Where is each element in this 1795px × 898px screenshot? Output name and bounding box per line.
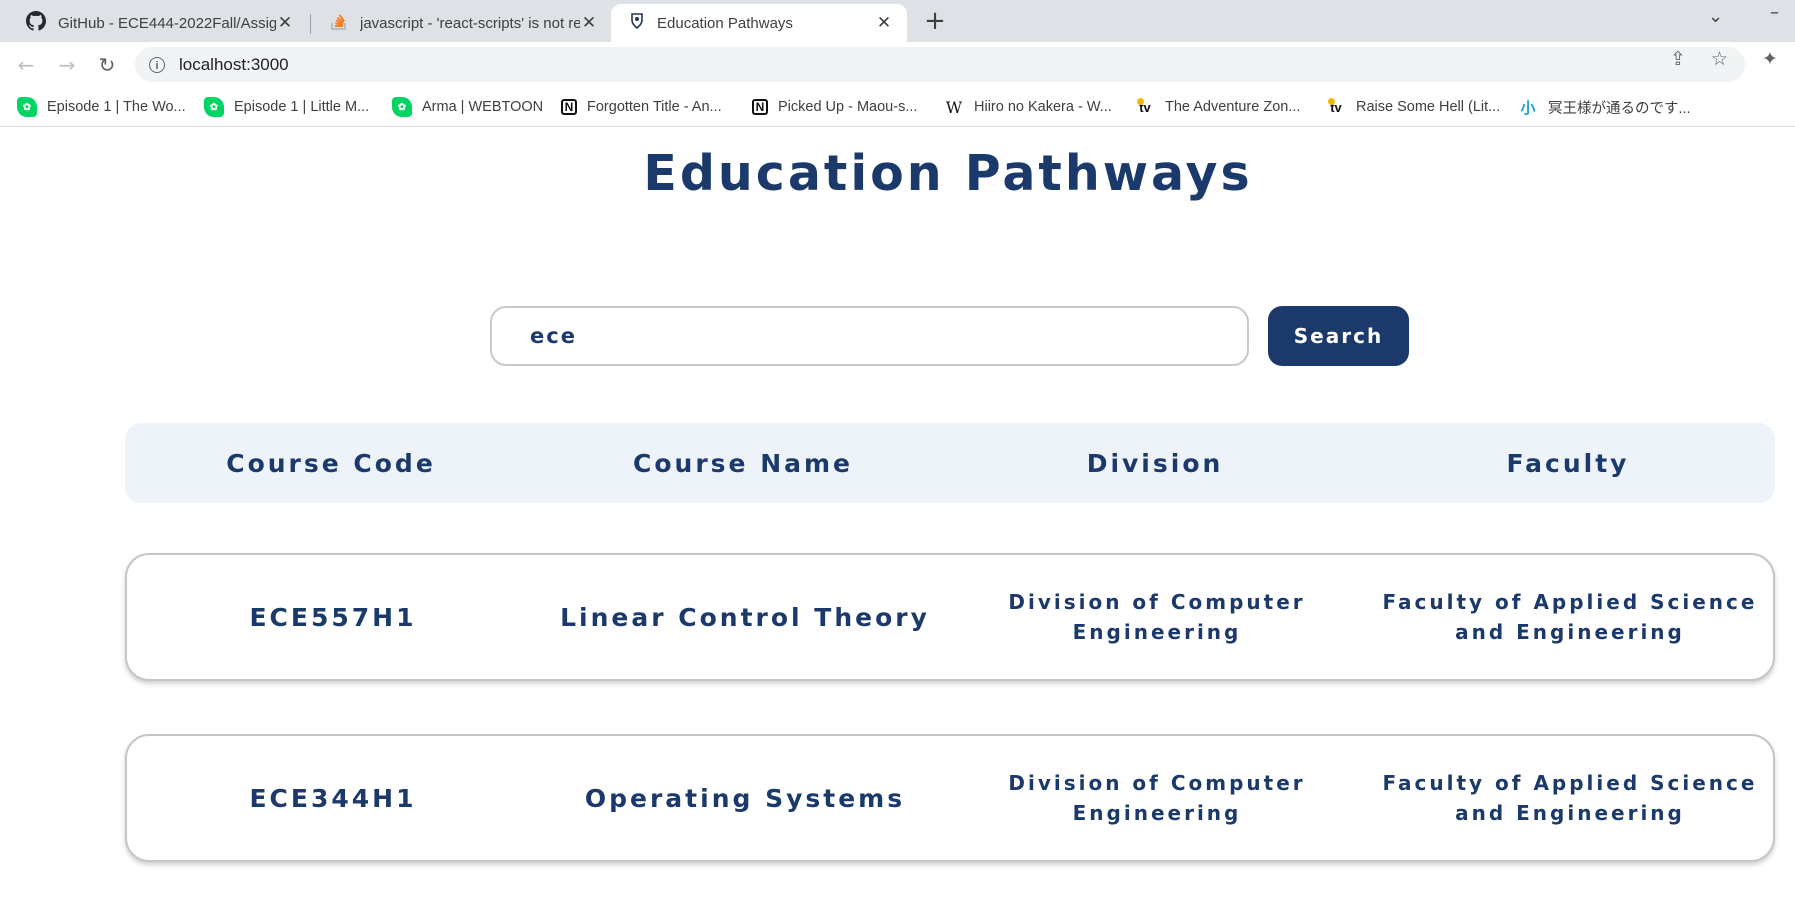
github-icon [26, 11, 46, 35]
search-button[interactable]: Search [1268, 306, 1409, 366]
header-course-name: Course Name [633, 448, 853, 478]
close-tab-icon[interactable]: ✕ [276, 13, 294, 33]
tab-search-chevron-icon[interactable]: ⌄ [1708, 6, 1723, 27]
notion-icon: N [752, 99, 768, 115]
table-header: Course Code Course Name Division Faculty [125, 423, 1775, 503]
search-input[interactable] [490, 306, 1249, 366]
address-text: localhost:3000 [179, 54, 289, 74]
syosetu-icon: 小 [1520, 99, 1536, 117]
bookmark-item[interactable]: N Picked Up - Maou-s... [752, 95, 917, 119]
bookmark-item[interactable]: 小冥王様が通るのです... [1518, 95, 1691, 119]
minimize-icon[interactable]: – [1770, 2, 1779, 23]
course-division: Division of Computer Engineering [1008, 590, 1306, 644]
bookmark-label: 冥王様が通るのです... [1548, 100, 1691, 117]
course-faculty: Faculty of Applied Science and Engineeri… [1382, 590, 1758, 644]
bookmark-item[interactable]: tv Raise Some Hell (Lit... [1326, 95, 1500, 119]
bookmark-label: The Adventure Zon... [1165, 99, 1301, 115]
tab-stackoverflow[interactable]: javascript - 'react-scripts' is not re ✕ [312, 4, 612, 42]
site-info-icon[interactable]: i [149, 56, 165, 73]
uoft-crest-icon [629, 11, 645, 35]
browser-toolbar: ← → ↻ i localhost:3000 ⇪ ☆ ✦ [0, 42, 1795, 87]
bookmarks-bar: ✿ Episode 1 | The Wo... ✿ Episode 1 | Litt… [0, 87, 1795, 127]
bookmark-item[interactable]: tv The Adventure Zon... [1135, 95, 1300, 119]
header-faculty: Faculty [1506, 448, 1630, 478]
extensions-puzzle-icon[interactable]: ✦ [1762, 48, 1778, 70]
tab-github[interactable]: GitHub - ECE444-2022Fall/Assignment ✕ [8, 4, 308, 42]
forward-arrow-icon[interactable]: → [53, 51, 81, 79]
webtoon-icon: ✿ [392, 97, 412, 117]
bookmark-label: Forgotten Title - An... [587, 99, 722, 115]
tab-title: GitHub - ECE444-2022Fall/Assignment [58, 14, 276, 32]
header-division: Division [1086, 448, 1224, 478]
wikipedia-icon: W [945, 97, 963, 117]
bookmark-item[interactable]: W Hiiro no Kakera - W... [944, 95, 1112, 119]
header-course-code: Course Code [226, 448, 436, 478]
bookmark-star-icon[interactable]: ☆ [1711, 48, 1728, 70]
tab-title: javascript - 'react-scripts' is not re [360, 14, 580, 32]
course-name: Operating Systems [584, 783, 906, 813]
stackoverflow-icon [330, 11, 348, 35]
tv-icon: tv [1326, 97, 1346, 117]
tab-divider [310, 14, 311, 34]
bookmark-label: Hiiro no Kakera - W... [974, 99, 1112, 115]
bookmark-label: Episode 1 | The Wo... [47, 99, 186, 115]
bookmark-item[interactable]: N Forgotten Title - An... [561, 95, 722, 119]
new-tab-button[interactable]: + [920, 6, 950, 36]
browser-tab-bar: GitHub - ECE444-2022Fall/Assignment ✕ ja… [0, 0, 1795, 42]
course-faculty: Faculty of Applied Science and Engineeri… [1382, 771, 1758, 825]
bookmark-label: Raise Some Hell (Lit... [1356, 99, 1501, 115]
bookmark-label: Arma | WEBTOON [422, 99, 544, 115]
bookmark-label: Episode 1 | Little M... [234, 99, 370, 115]
course-code: ECE557H1 [249, 602, 417, 632]
tab-education-pathways[interactable]: Education Pathways ✕ [611, 4, 907, 42]
course-row[interactable]: ECE557H1 Linear Control Theory Division … [125, 553, 1775, 681]
page-title: Education Pathways [643, 145, 1253, 202]
share-icon[interactable]: ⇪ [1670, 48, 1686, 70]
page-content: Education Pathways Search Course Code Co… [0, 127, 1795, 898]
webtoon-icon: ✿ [204, 97, 224, 117]
course-code: ECE344H1 [249, 783, 417, 813]
bookmark-label: Picked Up - Maou-s... [778, 99, 918, 115]
tab-title: Education Pathways [657, 14, 793, 32]
back-arrow-icon[interactable]: ← [12, 51, 40, 79]
course-division: Division of Computer Engineering [1008, 771, 1306, 825]
tv-icon: tv [1135, 97, 1155, 117]
notion-icon: N [561, 99, 577, 115]
course-row[interactable]: ECE344H1 Operating Systems Division of C… [125, 734, 1775, 862]
course-name: Linear Control Theory [560, 602, 930, 632]
close-tab-icon[interactable]: ✕ [580, 13, 598, 33]
bookmark-item[interactable]: ✿ Episode 1 | The Wo... [17, 95, 186, 119]
address-bar[interactable]: i localhost:3000 [135, 47, 1745, 82]
webtoon-icon: ✿ [17, 97, 37, 117]
bookmark-item[interactable]: ✿ Episode 1 | Little M... [204, 95, 369, 119]
reload-icon[interactable]: ↻ [93, 51, 121, 79]
close-tab-icon[interactable]: ✕ [875, 13, 893, 33]
bookmark-item[interactable]: ✿ Arma | WEBTOON [392, 95, 543, 119]
